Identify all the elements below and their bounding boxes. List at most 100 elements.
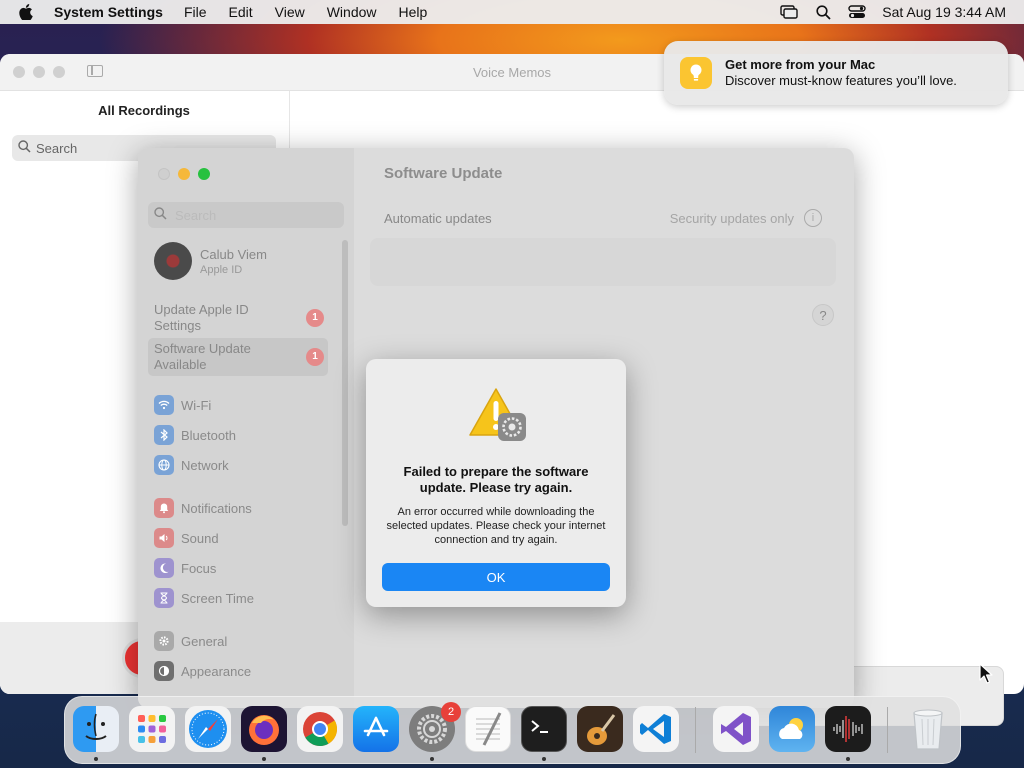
recording-controls-area bbox=[0, 622, 140, 694]
menu-window[interactable]: Window bbox=[327, 4, 377, 20]
warning-icon bbox=[466, 387, 528, 443]
sidebar-scrollbar[interactable] bbox=[342, 240, 348, 526]
voice-memos-running-dot bbox=[846, 757, 850, 761]
sidebar-item-appearance[interactable]: Appearance bbox=[154, 661, 251, 681]
menu-clock[interactable]: Sat Aug 19 3:44 AM bbox=[882, 4, 1006, 20]
garageband-icon[interactable] bbox=[577, 706, 623, 752]
search-placeholder: Search bbox=[36, 140, 78, 156]
minimize-button[interactable] bbox=[178, 168, 190, 180]
page-title: Software Update bbox=[384, 165, 503, 182]
sidebar-item-label: Bluetooth bbox=[181, 427, 236, 443]
notification-badge: 2 bbox=[441, 702, 461, 722]
menu-view[interactable]: View bbox=[275, 4, 305, 20]
avatar bbox=[154, 242, 192, 280]
profile-name: Calub Viem bbox=[200, 246, 267, 262]
hourglass-icon bbox=[154, 588, 174, 608]
screen-mirroring-icon[interactable] bbox=[772, 0, 806, 24]
gear-icon bbox=[154, 631, 174, 651]
dialog-message: An error occurred while downloading the … bbox=[386, 506, 606, 546]
dock-separator bbox=[887, 707, 888, 753]
info-icon[interactable]: i bbox=[804, 209, 822, 227]
spotlight-search-icon[interactable] bbox=[806, 0, 840, 24]
sidebar-item-wifi[interactable]: Wi-Fi bbox=[154, 395, 211, 415]
menu-app-name[interactable]: System Settings bbox=[54, 4, 163, 20]
dock-separator bbox=[695, 707, 696, 753]
notification-badge: 1 bbox=[306, 348, 324, 366]
sidebar-item-sound[interactable]: Sound bbox=[154, 528, 219, 548]
voice-memos-icon[interactable] bbox=[825, 706, 871, 752]
automatic-updates-value: Security updates only i bbox=[670, 209, 822, 227]
menu-edit[interactable]: Edit bbox=[229, 4, 253, 20]
terminal-icon[interactable] bbox=[521, 706, 567, 752]
finder-icon[interactable] bbox=[73, 706, 119, 752]
visual-studio-icon[interactable] bbox=[713, 706, 759, 752]
wifi-icon bbox=[154, 395, 174, 415]
sidebar-item-label: Sound bbox=[181, 530, 219, 546]
finder-running-dot bbox=[94, 757, 98, 761]
automatic-updates-label: Automatic updates bbox=[384, 210, 492, 226]
appearance-icon bbox=[154, 661, 174, 681]
system-settings-running-dot bbox=[430, 757, 434, 761]
settings-window-controls bbox=[158, 168, 210, 180]
sidebar-item-bluetooth[interactable]: Bluetooth bbox=[154, 425, 236, 445]
tips-lightbulb-icon bbox=[680, 57, 712, 89]
sidebar-item-label: Screen Time bbox=[181, 590, 254, 606]
safari-icon[interactable] bbox=[185, 706, 231, 752]
firefox-icon[interactable] bbox=[241, 706, 287, 752]
textedit-icon[interactable] bbox=[465, 706, 511, 752]
bluetooth-icon bbox=[154, 425, 174, 445]
menu-bar: System Settings File Edit View Window He… bbox=[0, 0, 1024, 24]
sidebar-item-label: Notifications bbox=[181, 500, 252, 516]
sidebar-item-label: Network bbox=[181, 457, 229, 473]
menu-help[interactable]: Help bbox=[399, 4, 428, 20]
notification-body: Discover must-know features you’ll love. bbox=[725, 73, 957, 88]
zoom-button[interactable] bbox=[198, 168, 210, 180]
sidebar-item-focus[interactable]: Focus bbox=[154, 558, 216, 578]
mouse-pointer-icon bbox=[979, 663, 993, 688]
notification-banner[interactable]: Get more from your Mac Discover must-kno… bbox=[664, 41, 1008, 105]
sidebar-item-software-update[interactable]: Software Update Available 1 bbox=[148, 338, 328, 376]
error-alert-dialog: Failed to prepare the software update. P… bbox=[366, 359, 626, 607]
ok-button[interactable]: OK bbox=[382, 563, 610, 591]
sidebar-item-update-apple-id[interactable]: Update Apple ID Settings 1 bbox=[148, 300, 328, 336]
app-store-icon[interactable] bbox=[353, 706, 399, 752]
recordings-heading: All Recordings bbox=[98, 103, 190, 118]
update-status-card bbox=[370, 238, 836, 286]
sidebar-item-label: Appearance bbox=[181, 663, 252, 679]
dock: 2 bbox=[64, 696, 961, 764]
help-button[interactable]: ? bbox=[812, 304, 834, 326]
vscode-icon[interactable] bbox=[633, 706, 679, 752]
globe-icon bbox=[154, 455, 174, 475]
settings-search-input[interactable]: Search bbox=[148, 202, 344, 228]
search-icon bbox=[154, 207, 167, 223]
firefox-running-dot bbox=[262, 757, 266, 761]
sidebar-item-network[interactable]: Network bbox=[154, 455, 229, 475]
sidebar-item-label: Focus bbox=[181, 560, 217, 576]
profile-subtitle: Apple ID bbox=[200, 263, 243, 276]
search-icon bbox=[18, 140, 31, 156]
apple-menu-icon[interactable] bbox=[19, 4, 41, 20]
automatic-updates-value-text: Security updates only bbox=[669, 210, 794, 226]
automatic-updates-row: Automatic updates Security updates only … bbox=[370, 200, 836, 236]
close-button[interactable] bbox=[158, 168, 170, 180]
trash-icon[interactable] bbox=[905, 706, 951, 752]
chrome-icon[interactable] bbox=[297, 706, 343, 752]
dialog-title: Failed to prepare the software update. P… bbox=[403, 464, 589, 495]
weather-icon[interactable] bbox=[769, 706, 815, 752]
menu-file[interactable]: File bbox=[184, 4, 207, 20]
terminal-running-dot bbox=[542, 757, 546, 761]
sidebar-item-general[interactable]: General bbox=[154, 631, 227, 651]
control-center-icon[interactable] bbox=[840, 0, 874, 24]
notification-title: Get more from your Mac bbox=[725, 57, 876, 72]
sidebar-item-screen-time[interactable]: Screen Time bbox=[154, 588, 254, 608]
sidebar-item-label: Wi-Fi bbox=[181, 397, 212, 413]
notification-badge: 1 bbox=[306, 309, 324, 327]
launchpad-icon[interactable] bbox=[129, 706, 175, 752]
sidebar-item-label: Update Apple ID Settings bbox=[154, 302, 249, 333]
apple-id-profile[interactable]: Calub Viem Apple ID bbox=[154, 242, 267, 280]
settings-search-placeholder: Search bbox=[175, 207, 217, 223]
sidebar-item-label: General bbox=[181, 633, 228, 649]
sidebar-item-label: Software Update Available bbox=[154, 341, 251, 372]
sidebar-item-notifications[interactable]: Notifications bbox=[154, 498, 252, 518]
speaker-icon bbox=[154, 528, 174, 548]
